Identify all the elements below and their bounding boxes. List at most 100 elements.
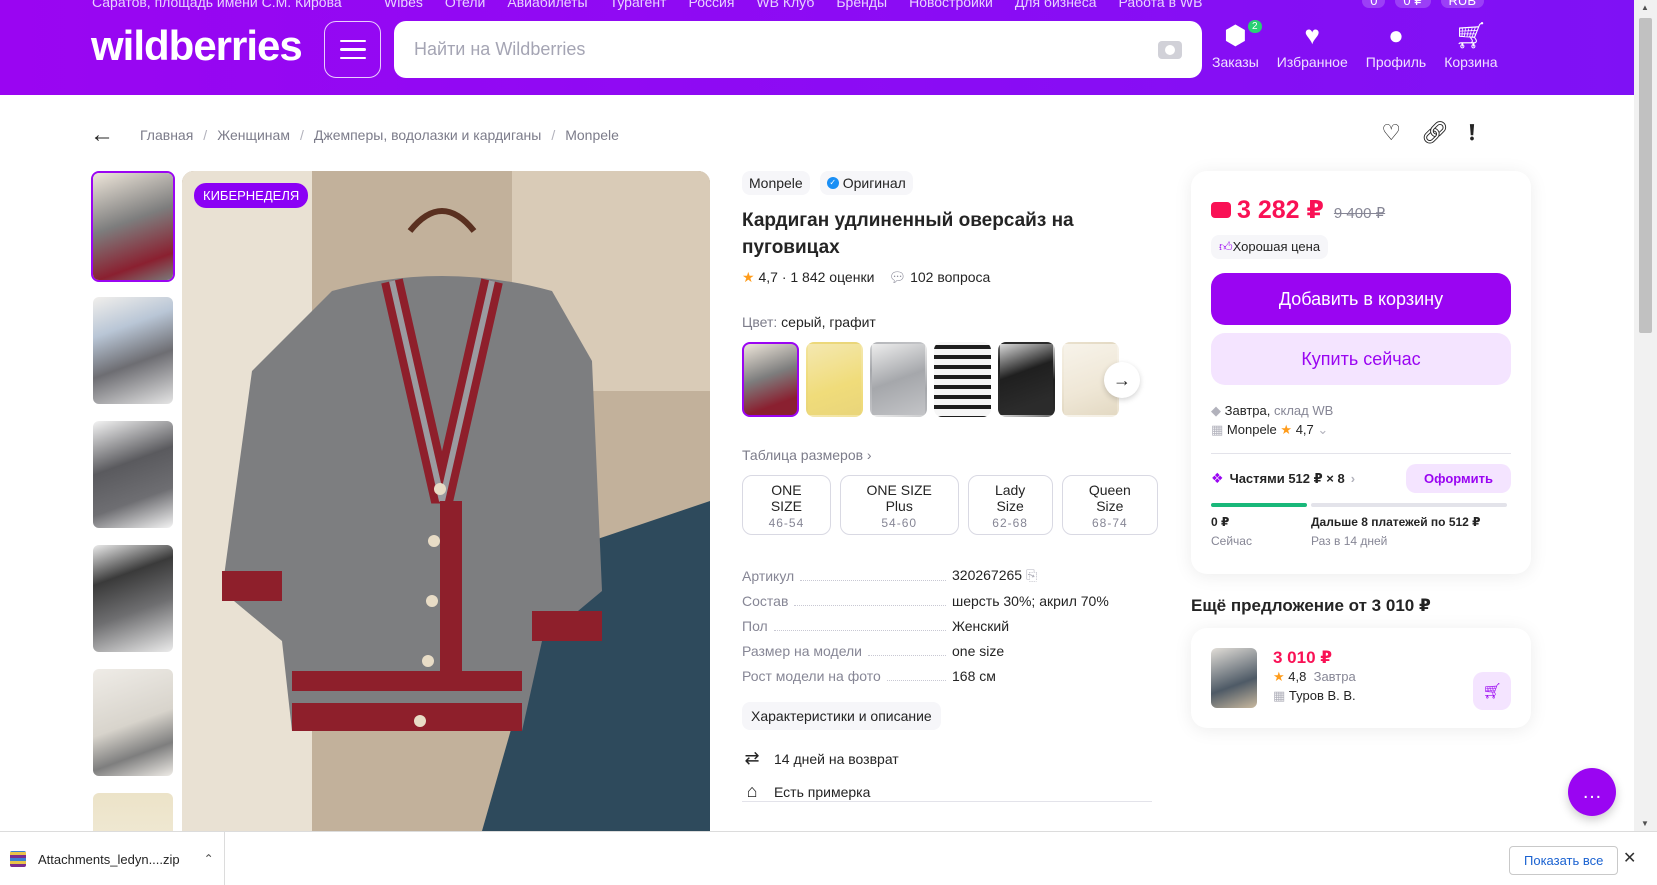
spec-value: шерсть 30%; акрил 70% [952, 592, 1109, 609]
nav-profile[interactable]: ● Профиль [1366, 20, 1426, 70]
shop-icon: ▦ [1273, 688, 1286, 703]
star-icon: ★ [1280, 422, 1293, 437]
currency-selector[interactable]: RUB [1440, 0, 1484, 8]
spec-key: Рост модели на фото [742, 667, 881, 684]
breadcrumb-women[interactable]: Женщинам [217, 127, 290, 143]
shop-icon: ▦ [1211, 422, 1224, 437]
download-item[interactable]: Attachments_ledyn....zip ⌃ [0, 832, 225, 885]
installment-link[interactable]: ❖ Частями 512 ₽ × 8 › [1211, 470, 1355, 487]
size-range: 54-60 [881, 516, 918, 530]
share-link-icon[interactable]: 🔗︎ [1421, 120, 1449, 146]
top-link-tour[interactable]: Турагент [610, 0, 667, 10]
fitting-text: Есть примерка [774, 783, 871, 800]
pay-now-amount: 0 ₽ [1211, 515, 1230, 529]
offer-card[interactable]: 3 010 ₽ ★ 4,8 Завтра ▦ Туров В. В. 🛒︎ [1191, 628, 1531, 728]
delivery-where: склад WB [1273, 403, 1334, 418]
product-tags: Monpele ✓ Оригинал [742, 171, 1158, 195]
offer-delivery: Завтра [1313, 669, 1356, 684]
favorite-heart-icon[interactable]: ♡ [1381, 120, 1401, 146]
nav-cart[interactable]: 🛒︎ Корзина [1444, 20, 1497, 70]
questions-link[interactable]: 💬︎ 102 вопроса [888, 269, 990, 286]
thumbnail[interactable] [91, 419, 175, 530]
size-option[interactable]: Queen Size 68-74 [1061, 475, 1159, 535]
nav-orders[interactable]: ⬢ 2 Заказы [1212, 20, 1262, 70]
spec-value: Женский [952, 617, 1010, 634]
nav-favorites[interactable]: ♥ Избранное [1277, 20, 1348, 70]
spec-row: Пол Женский [742, 613, 1158, 638]
copy-icon[interactable]: ⎘ [1026, 567, 1037, 583]
camera-icon[interactable] [1158, 40, 1182, 59]
menu-button[interactable] [324, 21, 381, 78]
report-icon[interactable]: ❗︎ [1469, 120, 1475, 146]
size-range: 62-68 [992, 516, 1028, 530]
good-price-badge[interactable]: 👍︎Хорошая цена [1211, 235, 1329, 259]
installment-row: ❖ Частями 512 ₽ × 8 › Оформить [1211, 464, 1511, 493]
offer-image [1211, 648, 1257, 708]
thumbnail[interactable] [91, 295, 175, 406]
size-option[interactable]: ONE SIZE 46-54 [742, 475, 831, 535]
swatches-next-arrow-icon[interactable]: → [1104, 362, 1140, 398]
installment-progress [1211, 503, 1511, 507]
top-link-jobs[interactable]: Работа в WB [1119, 0, 1203, 10]
original-tag[interactable]: ✓ Оригинал [819, 171, 913, 195]
brand-tag[interactable]: Monpele [742, 171, 810, 195]
thumbnail[interactable] [91, 543, 175, 654]
size-table-link[interactable]: Таблица размеров › [742, 447, 1158, 463]
color-label-text: Цвет: [742, 314, 778, 330]
balance-counter[interactable]: 0 ₽ [1395, 0, 1431, 8]
color-swatch[interactable] [934, 342, 991, 417]
breadcrumb-home[interactable]: Главная [140, 127, 193, 143]
logo[interactable]: wildberries [91, 22, 303, 70]
characteristics-button[interactable]: Характеристики и описание [742, 702, 941, 730]
apply-installment-button[interactable]: Оформить [1406, 464, 1511, 493]
offer-seller: Туров В. В. [1288, 688, 1356, 703]
back-arrow-icon[interactable]: ← [90, 121, 114, 149]
product-main-image[interactable]: КИБЕРНЕДЕЛЯ [182, 171, 710, 831]
top-link-avia[interactable]: Авиабилеты [507, 0, 587, 10]
color-swatch[interactable] [870, 342, 927, 417]
offer-add-to-cart-icon[interactable]: 🛒︎ [1473, 672, 1511, 710]
thumbnail[interactable] [91, 171, 175, 282]
top-link-newbuild[interactable]: Новостройки [909, 0, 993, 10]
color-swatch[interactable] [998, 342, 1055, 417]
scroll-up-icon[interactable]: ▲ [1641, 3, 1649, 12]
seller-link[interactable]: ▦ Monpele ★ 4,7 ⌄ [1211, 420, 1511, 439]
size-option[interactable]: Lady Size 62-68 [967, 475, 1053, 535]
top-link-wibes[interactable]: Wibes [384, 0, 423, 10]
show-all-downloads-button[interactable]: Показать все [1509, 846, 1619, 875]
header-nav: ⬢ 2 Заказы ♥ Избранное ● Профиль 🛒︎ Корз… [1212, 20, 1516, 70]
thumbnail[interactable] [91, 667, 175, 778]
size-option[interactable]: ONE SIZE Plus 54-60 [839, 475, 959, 535]
scrollbar[interactable]: ▲ ▼ [1634, 0, 1657, 831]
top-link-russia[interactable]: Россия [688, 0, 734, 10]
installment-icon: ❖ [1211, 470, 1224, 486]
chevron-up-icon[interactable]: ⌃ [204, 852, 214, 866]
nav-cart-label: Корзина [1444, 54, 1498, 70]
chat-bubble-icon[interactable]: … [1568, 768, 1616, 816]
rating-link[interactable]: ★ 4,7 · 1 842 оценки [742, 269, 874, 286]
color-label: Цвет: серый, графит [742, 314, 1158, 330]
add-to-cart-button[interactable]: Добавить в корзину [1211, 273, 1511, 325]
offer-price: 3 010 ₽ [1273, 648, 1333, 667]
close-icon[interactable]: ✕ [1623, 848, 1636, 868]
seller-name: Monpele [1226, 422, 1277, 437]
product-actions: ♡ 🔗︎ ❗︎ [1381, 120, 1475, 146]
scrollbar-thumb[interactable] [1639, 18, 1652, 333]
top-link-club[interactable]: WB Клуб [756, 0, 814, 10]
coins-counter[interactable]: 0 [1362, 0, 1386, 8]
top-link-hotels[interactable]: Отели [445, 0, 485, 10]
progress-remaining [1311, 503, 1507, 507]
cart-icon: 🛒︎ [1454, 20, 1488, 50]
divider [742, 801, 1152, 802]
search-input[interactable] [414, 39, 1158, 60]
scroll-down-icon[interactable]: ▼ [1641, 819, 1649, 828]
top-link-brands[interactable]: Бренды [836, 0, 887, 10]
buy-now-button[interactable]: Купить сейчас [1211, 333, 1511, 385]
breadcrumb-category[interactable]: Джемперы, водолазки и кардиганы [314, 127, 541, 143]
top-link-business[interactable]: Для бизнеса [1015, 0, 1097, 10]
spec-row: Рост модели на фото 168 см [742, 663, 1158, 688]
color-swatch[interactable] [806, 342, 863, 417]
breadcrumb-brand[interactable]: Monpele [565, 127, 619, 143]
color-swatch[interactable] [742, 342, 799, 417]
location-link[interactable]: Саратов, площадь имени С.М. Кирова [92, 0, 362, 10]
